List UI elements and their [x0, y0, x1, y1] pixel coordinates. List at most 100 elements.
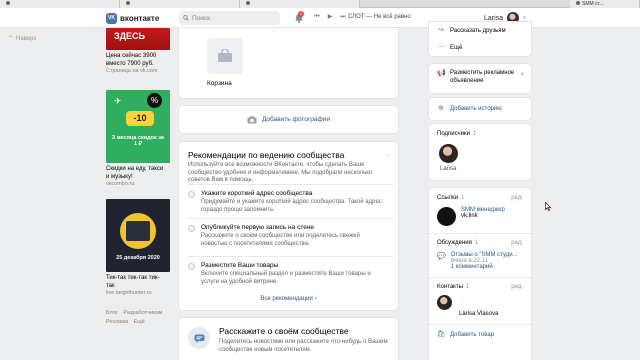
- recommendation-item[interactable]: Укажите короткий адрес сообщества Придум…: [188, 184, 393, 218]
- browser-tab-smm[interactable]: SMM ст...: [570, 0, 640, 8]
- chevron-up-icon[interactable]: ⌄: [385, 151, 390, 158]
- footer-link-developers[interactable]: Разработчикам: [123, 310, 162, 316]
- discussions-header[interactable]: Обсуждения 1 ред.: [437, 240, 523, 246]
- user-name: Larisa: [484, 14, 504, 22]
- search-input[interactable]: [192, 14, 272, 22]
- ad-image[interactable]: 25 декабря 2020: [106, 199, 170, 272]
- ad-block[interactable]: ✈ % -10 3 месяца скидок за 1 ₽ Скидки на…: [106, 90, 170, 187]
- place-ad-button[interactable]: 📢 Разместить рекламное объявление: [437, 70, 523, 85]
- footer-link-blog[interactable]: Блог: [106, 310, 118, 316]
- tell-title: Расскажите о своём сообществе: [219, 326, 349, 336]
- check-circle-icon: [188, 263, 195, 270]
- ad-title[interactable]: Скидки на еду, такси и музыку!: [106, 166, 166, 181]
- discount-label: -10: [126, 111, 154, 126]
- link-url: vk.link: [461, 213, 478, 219]
- goods-item-label[interactable]: Корзина: [207, 80, 232, 87]
- ad-source: vkcombo.ru: [106, 181, 135, 187]
- tag-icon: ✈: [114, 96, 122, 106]
- ad-caption: 3 месяца скидок за 1 ₽: [112, 135, 164, 147]
- audio-player: ⏮ ▶ ⏭: [313, 13, 347, 21]
- chevron-right-icon: ›: [314, 296, 317, 302]
- close-icon[interactable]: ✕: [520, 71, 525, 78]
- more-label: Ещё: [450, 44, 463, 51]
- recommendation-title: Разместите Ваши товары: [201, 262, 279, 269]
- vk-logo[interactable]: VK вконтакте: [106, 12, 159, 24]
- next-icon[interactable]: ⏭: [339, 13, 347, 21]
- goods-item-image[interactable]: [207, 38, 243, 74]
- discussion-comments[interactable]: 1 комментарий: [451, 264, 518, 270]
- ad-block[interactable]: ЗДЕСЬ Цена сейчас 3900 вместо 7900 руб. …: [106, 28, 170, 74]
- tab-icon: [576, 1, 580, 5]
- recommendation-text: Придумайте и укажите короткий адрес сооб…: [201, 199, 382, 213]
- contact-name[interactable]: Larisa Vlasova: [459, 311, 523, 317]
- ad-block[interactable]: 25 декабря 2020 Тик-так тик-так тик-так …: [106, 199, 170, 296]
- recommendation-item[interactable]: Разместите Ваши товары Включите специаль…: [188, 256, 393, 292]
- goods-card: Корзина: [179, 28, 398, 98]
- ad-promo-card[interactable]: 📢 Разместить рекламное объявление ✕: [429, 64, 531, 93]
- mouse-cursor-icon: [545, 202, 551, 211]
- chat-bubble-icon: [188, 327, 210, 349]
- browser-tab-strip: SMM ст...: [0, 0, 640, 8]
- add-story-card[interactable]: ⊕ Добавить историю: [429, 98, 531, 120]
- ad-title[interactable]: Цена сейчас 3900 вместо 7900 руб.: [106, 53, 166, 68]
- search-box[interactable]: [179, 11, 280, 25]
- contact-item[interactable]: [437, 295, 523, 310]
- footer-links: Блог Разработчикам Реклама Ещё: [106, 309, 170, 327]
- discussions-count: 1: [474, 240, 479, 246]
- recommendation-title: Опубликуйте первую запись на стене: [201, 224, 315, 231]
- avatar: [437, 295, 452, 310]
- actions-card: ↪ Рассказать друзьям ⋯ Ещё: [429, 22, 531, 56]
- back-to-top-link[interactable]: ⌃ Наверх: [8, 35, 37, 43]
- discussion-item[interactable]: 💬 Отзывы о "SMM студи... вчера в 22:11 1…: [437, 252, 523, 270]
- add-product-label: Добавить товар: [450, 332, 494, 338]
- discussions-edit[interactable]: ред.: [511, 240, 523, 246]
- contacts-header[interactable]: Контакты 1 ред.: [437, 284, 523, 290]
- share-arrow-icon: ↪: [438, 26, 444, 34]
- add-product-button[interactable]: 🛍 Добавить товар: [437, 331, 523, 339]
- link-item[interactable]: SMM менеджер vk.link: [437, 207, 523, 226]
- event-emblem-icon: [120, 213, 156, 249]
- ad-source: live.targethunter.ru: [106, 290, 152, 296]
- browser-tab[interactable]: [0, 0, 120, 8]
- recommendations-title: Рекомендации по ведению сообщества: [188, 150, 345, 160]
- contacts-edit[interactable]: ред.: [511, 284, 523, 290]
- story-add-icon: ⊕: [438, 105, 444, 112]
- subscribers-title: Подписчики: [437, 131, 471, 137]
- ad-image[interactable]: ЗДЕСЬ: [106, 28, 170, 50]
- ad-title[interactable]: Тик-так тик-так тик-так: [106, 275, 166, 290]
- tab-icon: [126, 1, 130, 5]
- footer-link-more[interactable]: Ещё: [134, 319, 145, 325]
- footer-link-ads[interactable]: Реклама: [106, 319, 128, 325]
- links-edit[interactable]: ред.: [511, 195, 523, 201]
- back-to-top-label: Наверх: [16, 35, 37, 42]
- recommendation-item[interactable]: Опубликуйте первую запись на стене Расск…: [188, 218, 393, 256]
- browser-tab-label: SMM ст...: [582, 1, 604, 7]
- ad-date: 25 декабря 2020: [116, 255, 160, 261]
- ad-image[interactable]: ✈ % -10 3 месяца скидок за 1 ₽: [106, 90, 170, 163]
- current-track[interactable]: СЛОТ — Не всё равно: [348, 14, 411, 20]
- links-header[interactable]: Ссылки 1 ред.: [437, 195, 523, 201]
- check-circle-icon: [188, 225, 195, 232]
- search-icon: [183, 15, 189, 21]
- subscribers-header[interactable]: Подписчики 1: [437, 131, 523, 137]
- tell-friends-label: Рассказать друзьям: [450, 27, 506, 34]
- recommendation-title: Укажите короткий адрес сообщества: [201, 190, 313, 197]
- tell-friends-button[interactable]: ↪ Рассказать друзьям: [437, 22, 523, 39]
- subscribers-count: 1: [473, 131, 477, 137]
- contacts-count: 1: [465, 284, 470, 290]
- more-button[interactable]: ⋯ Ещё: [437, 39, 523, 56]
- ad-banner-text: ЗДЕСЬ: [114, 31, 146, 41]
- play-icon[interactable]: ▶: [326, 13, 334, 21]
- avatar[interactable]: [439, 144, 458, 163]
- subscriber-name[interactable]: Larisa: [440, 166, 523, 172]
- vk-logo-icon: VK: [106, 12, 117, 24]
- browser-tab[interactable]: [240, 0, 360, 8]
- add-photos-label: Добавить фотографии: [261, 116, 331, 123]
- previous-icon[interactable]: ⏮: [313, 13, 321, 21]
- tell-about-community-card[interactable]: Расскажите о своём сообществе Поделитесь…: [179, 318, 398, 360]
- add-story-button[interactable]: ⊕ Добавить историю: [437, 98, 523, 120]
- add-photos-button[interactable]: Добавить фотографии: [179, 106, 398, 133]
- browser-tab[interactable]: [120, 0, 240, 8]
- all-recommendations-link[interactable]: Все рекомендации ›: [179, 296, 398, 302]
- notification-badge: 1: [298, 11, 304, 17]
